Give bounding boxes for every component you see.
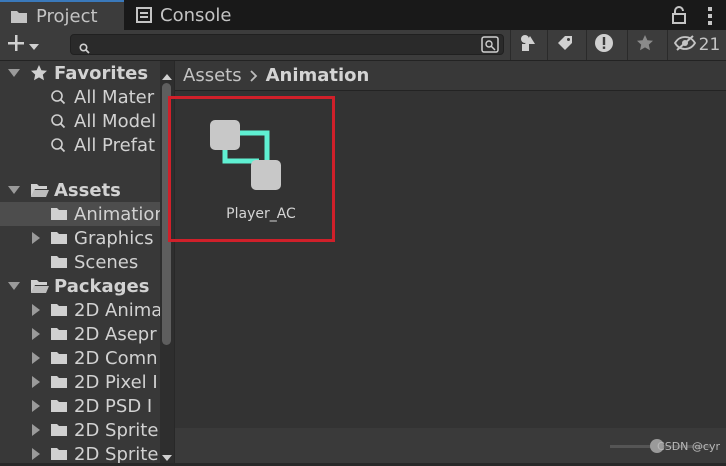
status-bar: CSDN @cyr — [175, 428, 726, 463]
tree-item-graphics[interactable]: Graphics — [0, 226, 160, 250]
chevron-down-icon[interactable] — [8, 67, 20, 79]
tree-item-label: 2D Anima — [74, 299, 160, 321]
chevron-down-icon[interactable] — [8, 184, 20, 196]
tree-item-package[interactable]: 2D Asepr — [0, 322, 160, 346]
tree-item-package[interactable]: 2D PSD I — [0, 394, 160, 418]
tree-item-label: All Mater — [74, 86, 155, 108]
create-button[interactable] — [6, 33, 50, 57]
folder-icon — [50, 254, 68, 269]
star-icon — [30, 64, 48, 82]
search-by-label-button[interactable] — [547, 30, 582, 60]
tag-icon — [556, 34, 574, 56]
chevron-right-icon[interactable] — [30, 400, 42, 412]
tab-project[interactable]: Project — [0, 0, 124, 30]
tree-item-label: Animation — [74, 203, 160, 225]
chevron-right-icon[interactable] — [30, 424, 42, 436]
breadcrumb-assets[interactable]: Assets — [183, 65, 242, 86]
tree-item-animation[interactable]: Animation — [0, 202, 160, 226]
search-popout-icon[interactable] — [481, 36, 499, 53]
folder-icon — [50, 398, 68, 413]
search-by-log-button[interactable] — [586, 30, 621, 60]
chevron-right-icon[interactable] — [30, 376, 42, 388]
tree-item-package[interactable]: 2D Sprite — [0, 442, 160, 463]
watermark: CSDN @cyr — [657, 440, 720, 453]
search-icon — [50, 137, 66, 153]
tree-assets-label: Assets — [54, 179, 121, 201]
tree-item-package[interactable]: 2D Sprite — [0, 418, 160, 442]
hidden-count-label: 21 — [698, 35, 721, 55]
eye-slash-icon — [673, 34, 699, 56]
tree-packages[interactable]: Packages — [0, 274, 160, 298]
tree-item-label: 2D Asepr — [74, 323, 157, 345]
folder-icon — [50, 326, 68, 341]
search-icon — [79, 39, 90, 58]
highlight-box — [168, 96, 335, 242]
tree-item-label: All Model — [74, 110, 157, 132]
search-icon — [50, 113, 66, 129]
tree-item-label: 2D Pixel I — [74, 371, 158, 393]
console-icon — [136, 7, 152, 23]
chevron-right-icon[interactable] — [30, 304, 42, 316]
tree-item[interactable]: All Prefat — [0, 133, 160, 157]
tree-item-scenes[interactable]: Scenes — [0, 250, 160, 274]
tree-item-label: Scenes — [74, 251, 139, 273]
tree-item-label: 2D Comn — [74, 347, 158, 369]
chevron-right-icon — [249, 69, 258, 82]
tree-item-package[interactable]: 2D Anima — [0, 298, 160, 322]
scroll-down-icon[interactable] — [162, 447, 172, 466]
folder-open-icon — [30, 182, 50, 198]
folder-icon — [50, 230, 68, 245]
folder-icon — [50, 374, 68, 389]
folder-open-icon — [30, 278, 50, 294]
tree-item-label: 2D PSD I — [74, 395, 153, 417]
star-icon — [636, 34, 654, 56]
chevron-right-icon[interactable] — [30, 328, 42, 340]
tree-favorites-label: Favorites — [54, 62, 149, 84]
folder-icon — [50, 350, 68, 365]
tree-item-label: Graphics — [74, 227, 154, 249]
hidden-packages-toggle[interactable]: 21 — [667, 30, 726, 60]
folder-icon — [50, 302, 68, 317]
plus-icon — [6, 33, 26, 57]
project-tree: Favorites All Mater All Model All Prefat… — [0, 61, 160, 463]
chevron-right-icon[interactable] — [30, 352, 42, 364]
tree-packages-label: Packages — [54, 275, 150, 297]
search-icon — [50, 89, 66, 105]
tree-item-package[interactable]: 2D Comn — [0, 346, 160, 370]
folder-icon — [10, 9, 28, 24]
tree-item-package[interactable]: 2D Pixel I — [0, 370, 160, 394]
tab-console[interactable]: Console — [136, 0, 266, 30]
tree-favorites[interactable]: Favorites — [0, 61, 160, 85]
chevron-right-icon[interactable] — [30, 232, 42, 244]
tree-assets[interactable]: Assets — [0, 178, 160, 202]
tree-item[interactable]: All Mater — [0, 85, 160, 109]
search-field[interactable] — [70, 34, 504, 55]
tree-item[interactable]: All Model — [0, 109, 160, 133]
chevron-down-icon — [29, 36, 39, 55]
folder-icon — [50, 422, 68, 437]
breadcrumb: Assets Animation — [175, 61, 726, 91]
tab-project-label: Project — [36, 5, 98, 27]
toolbar: 21 — [0, 30, 726, 61]
lock-icon[interactable] — [672, 6, 686, 28]
tab-console-label: Console — [160, 4, 232, 26]
chevron-down-icon[interactable] — [8, 280, 20, 292]
folder-icon — [50, 446, 68, 461]
more-options-icon[interactable] — [708, 5, 712, 28]
chevron-right-icon[interactable] — [30, 448, 42, 460]
search-input[interactable] — [95, 36, 469, 55]
shapes-icon — [519, 34, 537, 56]
tree-item-label: 2D Sprite — [74, 419, 159, 441]
favorite-button[interactable] — [627, 30, 662, 60]
search-by-type-button[interactable] — [510, 30, 545, 60]
breadcrumb-animation[interactable]: Animation — [266, 65, 370, 86]
folder-icon — [50, 206, 68, 221]
warning-icon — [594, 33, 614, 57]
tab-bar: Project Console — [0, 0, 726, 30]
tree-item-label: 2D Sprite — [74, 443, 159, 464]
tree-item-label: All Prefat — [74, 134, 156, 156]
